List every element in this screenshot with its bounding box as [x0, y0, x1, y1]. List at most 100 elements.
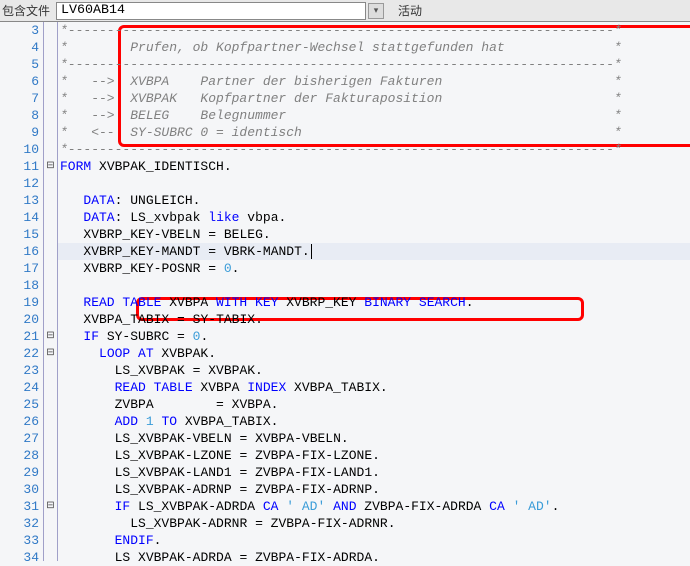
token-ident: ADRDA — [193, 550, 240, 561]
fold-cell — [44, 260, 57, 277]
token-ident: BELEG — [216, 227, 263, 242]
token-op: . — [552, 499, 560, 514]
token-comment: *---------------------------------------… — [60, 57, 622, 72]
token-ident: LS_XVBPAK — [60, 431, 185, 446]
token-ident: XVBPA_TABIX — [60, 312, 177, 327]
token-ident: ZVBPA — [263, 516, 310, 531]
fold-cell — [44, 209, 57, 226]
code-line[interactable]: READ TABLE XVBPA INDEX XVBPA_TABIX. — [58, 379, 690, 396]
fold-cell — [44, 124, 57, 141]
token-op: - — [403, 499, 411, 514]
token-ident — [60, 346, 99, 361]
fold-toggle-icon[interactable]: ⊟ — [44, 345, 57, 362]
fold-cell — [44, 39, 57, 56]
token-op: . — [372, 448, 380, 463]
fold-toggle-icon[interactable]: ⊟ — [44, 158, 57, 175]
code-line[interactable]: LS XVBPAK-ADRDA = ZVBPA-FIX-ADRDA. — [58, 549, 690, 561]
line-number: 7 — [0, 90, 39, 107]
code-line[interactable]: LS_XVBPAK = XVBPAK. — [58, 362, 690, 379]
line-number: 22 — [0, 345, 39, 362]
token-ident: FIX — [318, 516, 341, 531]
line-number: 23 — [0, 362, 39, 379]
code-line[interactable] — [58, 277, 690, 294]
token-ident: XVBPA — [247, 431, 294, 446]
line-number: 4 — [0, 39, 39, 56]
toolbar: 包含文件 ▾ 活动 — [0, 0, 690, 22]
fold-toggle-icon[interactable]: ⊟ — [44, 498, 57, 515]
token-op: - — [208, 312, 216, 327]
fold-cell — [44, 413, 57, 430]
code-line[interactable]: ENDIF. — [58, 532, 690, 549]
token-keyword: AND — [333, 499, 356, 514]
code-line[interactable]: *---------------------------------------… — [58, 22, 690, 39]
token-ident: XVBPA — [161, 295, 216, 310]
token-op: . — [466, 295, 474, 310]
code-line[interactable]: LOOP AT XVBPAK. — [58, 345, 690, 362]
code-line[interactable]: LS_XVBPAK-ADRNR = ZVBPA-FIX-ADRNR. — [58, 515, 690, 532]
code-line[interactable]: FORM XVBPAK_IDENTISCH. — [58, 158, 690, 175]
code-line[interactable]: ADD 1 TO XVBPA_TABIX. — [58, 413, 690, 430]
token-ident: SY — [99, 329, 122, 344]
code-line[interactable]: READ TABLE XVBPA WITH KEY XVBRP_KEY BINA… — [58, 294, 690, 311]
code-line[interactable]: XVBPA_TABIX = SY-TABIX. — [58, 311, 690, 328]
code-line[interactable]: IF SY-SUBRC = 0. — [58, 328, 690, 345]
token-ident: XVBPAK — [200, 363, 255, 378]
token-ident: ADRNP — [193, 482, 240, 497]
token-ident: FIX — [302, 482, 325, 497]
fold-cell — [44, 73, 57, 90]
code-line[interactable]: ZVBPA = XVBPA. — [58, 396, 690, 413]
token-op: . — [302, 244, 310, 259]
token-ident: vbpa — [239, 210, 278, 225]
fold-toggle-icon[interactable]: ⊟ — [44, 328, 57, 345]
code-line[interactable]: * --> BELEG Belegnummer * — [58, 107, 690, 124]
token-keyword: INDEX — [247, 380, 286, 395]
token-op: . — [193, 193, 201, 208]
code-line[interactable]: LS_XVBPAK-LZONE = ZVBPA-FIX-LZONE. — [58, 447, 690, 464]
token-num: 1 — [138, 414, 154, 429]
token-ident: LAND1 — [333, 465, 372, 480]
code-line[interactable]: *---------------------------------------… — [58, 141, 690, 158]
code-line[interactable]: * --> XVBPAK Kopfpartner der Fakturaposi… — [58, 90, 690, 107]
code-line[interactable]: * Prufen, ob Kopfpartner-Wechsel stattge… — [58, 39, 690, 56]
code-line[interactable]: IF LS_XVBPAK-ADRDA CA ' AD' AND ZVBPA-FI… — [58, 498, 690, 515]
code-line[interactable]: * <-- SY-SUBRC 0 = identisch * — [58, 124, 690, 141]
token-ident: MANDT — [263, 244, 302, 259]
token-op: . — [224, 159, 232, 174]
token-ident: XVBRP_KEY — [278, 295, 364, 310]
token-ident: ZVBPA — [247, 448, 294, 463]
code-line[interactable]: LS_XVBPAK-ADRNP = ZVBPA-FIX-ADRNP. — [58, 481, 690, 498]
code-line[interactable]: *---------------------------------------… — [58, 56, 690, 73]
fold-cell — [44, 515, 57, 532]
code-line[interactable]: XVBRP_KEY-MANDT = VBRK-MANDT. — [58, 243, 690, 260]
token-comment: *---------------------------------------… — [60, 142, 622, 157]
line-number: 11 — [0, 158, 39, 175]
code-line[interactable]: LS_XVBPAK-LAND1 = ZVBPA-FIX-LAND1. — [58, 464, 690, 481]
token-ident — [60, 499, 115, 514]
token-ident: ZVBPA — [247, 482, 294, 497]
code-line[interactable]: LS_XVBPAK-VBELN = XVBPA-VBELN. — [58, 430, 690, 447]
code-line[interactable]: XVBRP_KEY-VBELN = BELEG. — [58, 226, 690, 243]
token-ident: XVBRP_KEY — [60, 261, 154, 276]
fold-cell — [44, 294, 57, 311]
include-file-input[interactable] — [56, 2, 366, 20]
token-ident: ADRDA — [333, 550, 372, 561]
token-op: - — [294, 431, 302, 446]
token-keyword: DATA — [83, 210, 114, 225]
code-area[interactable]: *---------------------------------------… — [58, 22, 690, 561]
code-line[interactable]: DATA: LS_xvbpak like vbpa. — [58, 209, 690, 226]
token-ident: LS_XVBPAK — [130, 499, 208, 514]
line-number: 9 — [0, 124, 39, 141]
code-line[interactable] — [58, 175, 690, 192]
token-ident: FIX — [302, 465, 325, 480]
code-line[interactable]: XVBRP_KEY-POSNR = 0. — [58, 260, 690, 277]
token-op: . — [154, 533, 162, 548]
token-num: 0 — [216, 261, 232, 276]
fold-cell — [44, 447, 57, 464]
fold-cell — [44, 56, 57, 73]
fold-cell — [44, 430, 57, 447]
token-ident: ZVBPA — [247, 465, 294, 480]
code-line[interactable]: * --> XVBPA Partner der bisherigen Faktu… — [58, 73, 690, 90]
fold-cell — [44, 277, 57, 294]
dropdown-icon[interactable]: ▾ — [368, 3, 384, 19]
code-line[interactable]: DATA: UNGLEICH. — [58, 192, 690, 209]
